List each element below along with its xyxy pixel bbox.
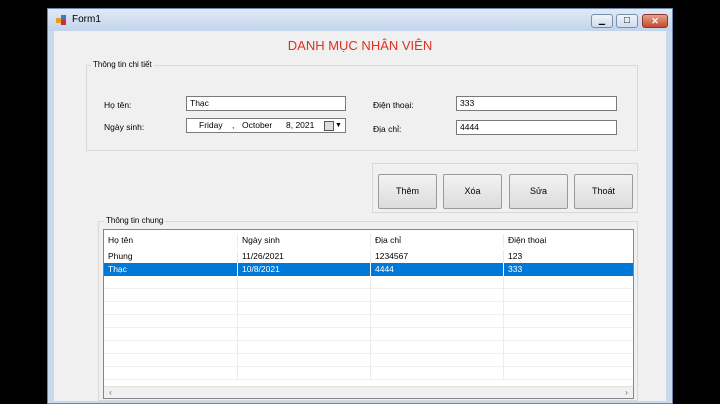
cell-phone[interactable]: 333: [504, 263, 633, 276]
empty-grid-row: [104, 289, 633, 302]
table-row[interactable]: Phung 11/26/2021 1234567 123: [104, 250, 633, 263]
empty-cell: [238, 315, 371, 328]
empty-cell: [104, 328, 238, 341]
column-header-dob[interactable]: Ngày sinh: [238, 234, 371, 247]
phone-input[interactable]: 333: [456, 96, 617, 111]
empty-cell: [504, 354, 633, 367]
close-button[interactable]: ✕: [642, 14, 668, 28]
table-row-selected[interactable]: Thạc 10/8/2021 4444 333: [104, 263, 633, 276]
empty-cell: [371, 289, 504, 302]
dob-day-year: 8, 2021: [286, 120, 315, 130]
dob-day: Friday: [199, 120, 223, 130]
empty-grid-row: [104, 315, 633, 328]
empty-cell: [504, 289, 633, 302]
empty-cell: [504, 341, 633, 354]
dob-label: Ngày sinh:: [104, 122, 145, 132]
scroll-left-icon[interactable]: ‹: [105, 387, 116, 398]
empty-cell: [371, 341, 504, 354]
empty-cell: [371, 354, 504, 367]
scroll-right-icon[interactable]: ›: [621, 387, 632, 398]
empty-cell: [371, 328, 504, 341]
address-input[interactable]: 4444: [456, 120, 617, 135]
minimize-button[interactable]: ▁: [591, 14, 613, 28]
add-button[interactable]: Thêm: [378, 174, 437, 209]
cell-phone[interactable]: 123: [504, 250, 633, 263]
grid-header-row: Họ tên Ngày sinh Địa chỉ Điện thoại: [104, 234, 633, 247]
column-header-phone[interactable]: Điện thoại: [504, 234, 633, 247]
empty-cell: [238, 367, 371, 380]
general-group-title: Thông tin chung: [104, 216, 166, 225]
empty-cell: [238, 341, 371, 354]
cell-dob[interactable]: 10/8/2021: [238, 263, 371, 276]
empty-grid-row: [104, 276, 633, 289]
dob-month: October: [242, 120, 273, 130]
dob-separator: ,: [232, 120, 235, 130]
empty-cell: [104, 289, 238, 302]
empty-cell: [504, 276, 633, 289]
employee-datagrid[interactable]: Họ tên Ngày sinh Địa chỉ Điện thoại Phun…: [103, 229, 634, 399]
exit-button[interactable]: Thoát: [574, 174, 633, 209]
phone-label: Điện thoại:: [373, 100, 414, 110]
edit-button[interactable]: Sửa: [509, 174, 568, 209]
empty-cell: [238, 276, 371, 289]
maximize-icon: □: [623, 15, 631, 26]
address-label: Địa chỉ:: [373, 124, 402, 134]
page-title: DANH MỤC NHÂN VIÊN: [287, 38, 433, 53]
empty-cell: [104, 276, 238, 289]
empty-grid-row: [104, 354, 633, 367]
app-icon: [56, 15, 66, 25]
empty-cell: [238, 289, 371, 302]
cell-dob[interactable]: 11/26/2021: [238, 250, 371, 263]
column-header-name[interactable]: Họ tên: [104, 234, 238, 247]
empty-cell: [238, 328, 371, 341]
empty-cell: [504, 367, 633, 380]
cell-name[interactable]: Phung: [104, 250, 238, 263]
empty-cell: [104, 354, 238, 367]
empty-cell: [371, 315, 504, 328]
empty-cell: [371, 302, 504, 315]
form-client-area: DANH MỤC NHÂN VIÊN Thông tin chi tiết Họ…: [54, 31, 666, 401]
empty-cell: [238, 354, 371, 367]
calendar-checkbox-icon[interactable]: [324, 121, 334, 131]
cell-address[interactable]: 4444: [371, 263, 504, 276]
chevron-down-icon[interactable]: ▼: [335, 119, 342, 132]
details-group-title: Thông tin chi tiết: [91, 60, 154, 69]
empty-cell: [371, 276, 504, 289]
empty-grid-row: [104, 341, 633, 354]
empty-cell: [104, 315, 238, 328]
empty-grid-row: [104, 367, 633, 380]
window-title: Form1: [72, 14, 101, 25]
cell-address[interactable]: 1234567: [371, 250, 504, 263]
maximize-button[interactable]: □: [616, 14, 638, 28]
empty-cell: [504, 302, 633, 315]
close-icon: ✕: [651, 16, 659, 26]
name-input[interactable]: Thạc: [186, 96, 346, 111]
empty-grid-row: [104, 302, 633, 315]
title-bar[interactable]: Form1 ▁ □ ✕: [48, 9, 672, 31]
empty-cell: [238, 302, 371, 315]
horizontal-scrollbar[interactable]: ‹ ›: [104, 386, 633, 398]
empty-cell: [104, 302, 238, 315]
form1-window: Form1 ▁ □ ✕ DANH MỤC NHÂN VIÊN Thông tin…: [47, 8, 673, 404]
empty-cell: [104, 367, 238, 380]
cell-name[interactable]: Thạc: [104, 263, 238, 276]
name-label: Họ tên:: [104, 100, 132, 110]
empty-cell: [504, 328, 633, 341]
dob-datepicker[interactable]: Friday , October 8, 2021 ▼: [186, 118, 346, 133]
empty-cell: [371, 367, 504, 380]
column-header-address[interactable]: Địa chỉ: [371, 234, 504, 247]
delete-button[interactable]: Xóa: [443, 174, 502, 209]
empty-grid-row: [104, 328, 633, 341]
empty-cell: [504, 315, 633, 328]
minimize-icon: ▁: [598, 16, 606, 25]
empty-cell: [104, 341, 238, 354]
